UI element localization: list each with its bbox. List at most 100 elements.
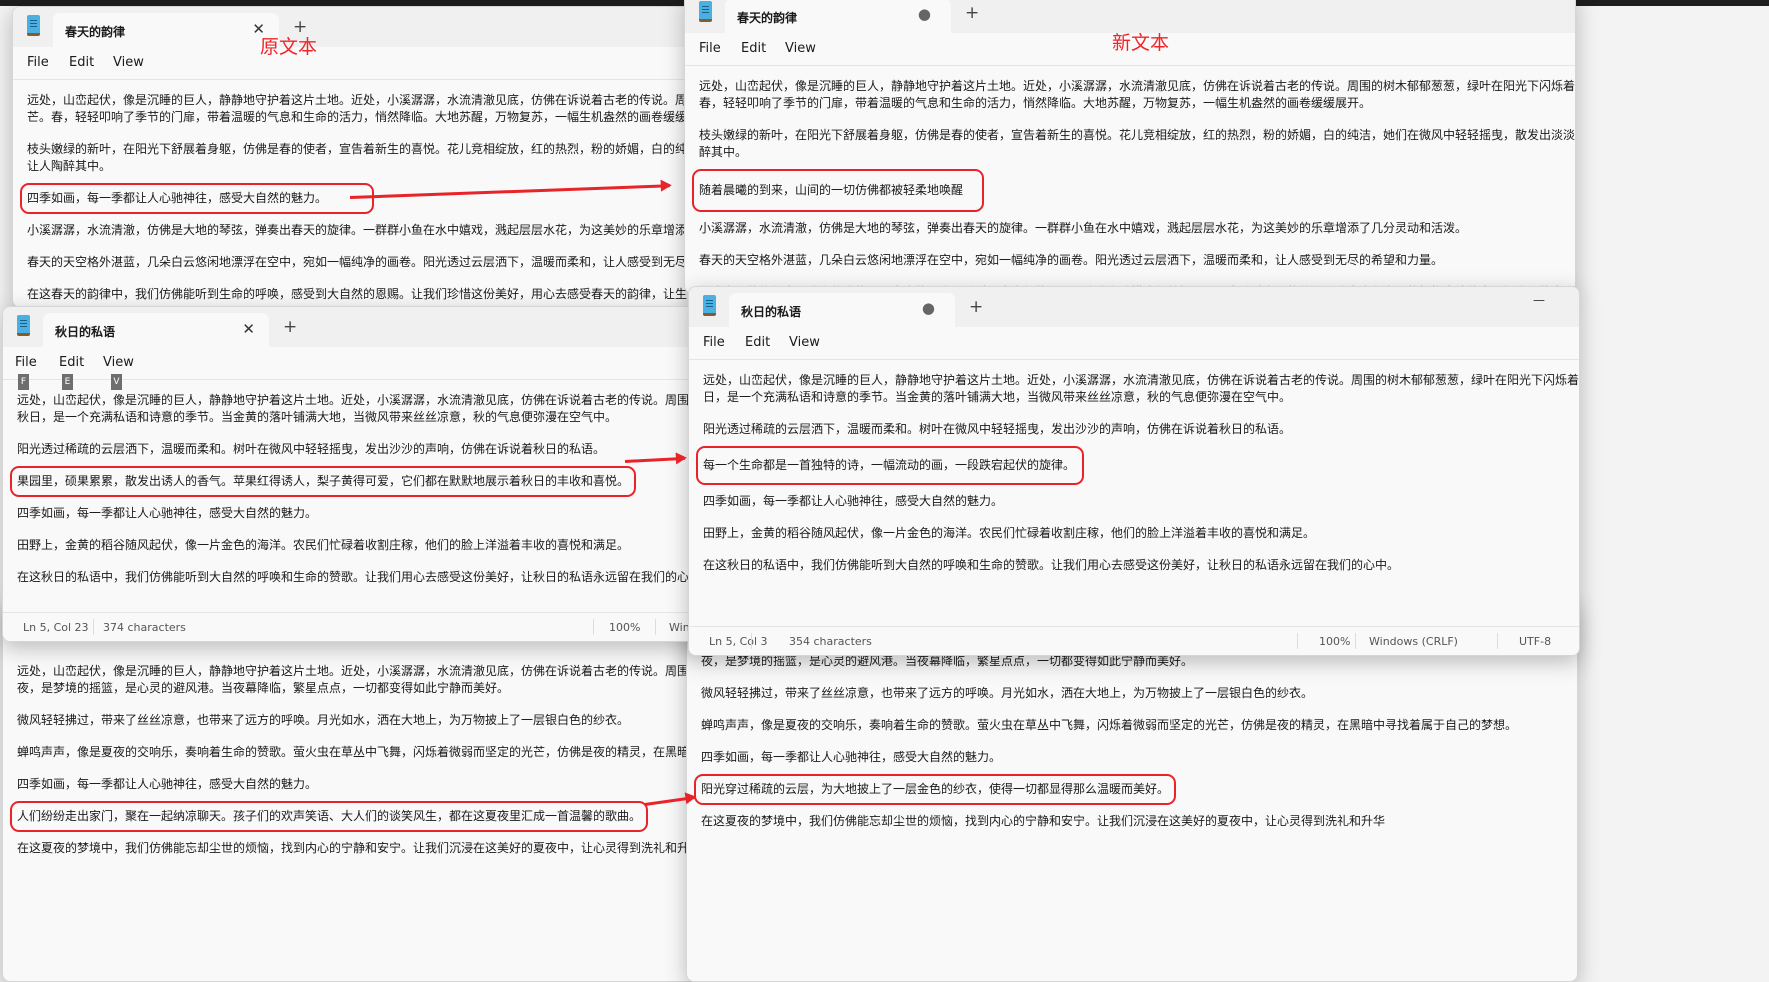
menu-view[interactable]: View xyxy=(103,355,134,370)
highlighted-text: 人们纷纷走出家门，聚在一起纳凉聊天。孩子们的欢声笑语、大人们的谈笑风生，都在这夏… xyxy=(9,801,649,832)
title-bar: 春天的韵律 ✕ + xyxy=(13,7,713,47)
close-tab-icon[interactable]: ✕ xyxy=(242,320,255,338)
paragraph: 阳光透过稀疏的云层洒下，温暖而柔和。树叶在微风中轻轻摇曳，发出沙沙的声响，仿佛在… xyxy=(17,442,606,456)
unsaved-dot-icon[interactable]: ● xyxy=(918,5,931,23)
menu-file[interactable]: File xyxy=(27,55,49,70)
paragraph: 远处，山峦起伏，像是沉睡的巨人，静静地守护着这片土地。近处，小溪潺潺，水流清澈见… xyxy=(27,93,714,107)
paragraph: 蝉鸣声声，像是夏夜的交响乐，奏响着生命的赞歌。萤火虫在草丛中飞舞，闪烁着微弱而坚… xyxy=(701,718,1518,732)
editor-text-area[interactable]: 远处，山峦起伏，像是沉睡的巨人，静静地守护着这片土地。近处，小溪潺潺，水流清澈见… xyxy=(3,601,703,884)
paragraph: 远处，山峦起伏，像是沉睡的巨人，静静地守护着这片土地。近处，小溪潺潺，水流清澈见… xyxy=(17,393,704,407)
menu-file[interactable]: File xyxy=(703,335,725,350)
paragraph: 田野上，金黄的稻谷随风起伏，像一片金色的海洋。农民们忙碌着收割庄稼，他们的脸上洋… xyxy=(703,526,1316,540)
paragraph: 田野上，金黄的稻谷随风起伏，像一片金色的海洋。农民们忙碌着收割庄稼，他们的脸上洋… xyxy=(17,538,630,552)
editor-text-area[interactable]: 远处，山峦起伏，像是沉睡的巨人，静静地守护着这片土地。近处，小溪潺潺，水流清澈见… xyxy=(685,66,1576,293)
editor-text-area[interactable]: 远处，山峦起伏，像是沉睡的巨人，静静地守护着这片土地。近处，小溪潺潺，水流清澈见… xyxy=(3,380,703,613)
title-bar: 秋日的私语 ● + — xyxy=(689,287,1579,327)
paragraph-highlighted: 每一个生命都是一首独特的诗，一幅流动的画，一段跌宕起伏的旋律。 xyxy=(695,446,1565,485)
tab-autumn[interactable]: 秋日的私语 ● xyxy=(729,293,955,327)
paragraph: 夜，是梦境的摇篮，是心灵的避风港。当夜幕降临，繁星点点，一切都变得如此宁静而美好… xyxy=(17,681,510,695)
paragraph: 蝉鸣声声，像是夏夜的交响乐，奏响着生命的赞歌。萤火虫在草丛中飞舞，闪烁着微弱而坚… xyxy=(17,745,704,759)
tab-title: 春天的韵律 xyxy=(65,25,126,39)
paragraph: 醉其中。 xyxy=(699,145,748,159)
menu-file[interactable]: File xyxy=(15,355,37,370)
paragraph: 让人陶醉其中。 xyxy=(27,159,112,173)
paragraph: 远处，山峦起伏，像是沉睡的巨人，静静地守护着这片土地。近处，小溪潺潺，水流清澈见… xyxy=(17,664,704,678)
paragraph: 在这夏夜的梦境中，我们仿佛能忘却尘世的烦恼，找到内心的宁静和安宁。让我们沉浸在这… xyxy=(701,814,1386,828)
paragraph: 枝头嫩绿的新叶，在阳光下舒展着身躯，仿佛是春的使者，宣告着新生的喜悦。花儿竞相绽… xyxy=(699,128,1576,142)
highlighted-text: 四季如画，每一季都让人心驰神往，感受大自然的魅力。 xyxy=(19,183,375,214)
zoom-level[interactable]: 100% xyxy=(609,621,640,634)
tab-spring[interactable]: 春天的韵律 ● xyxy=(725,0,951,33)
encoding[interactable]: UTF-8 xyxy=(1519,635,1551,648)
paragraph: 小溪潺潺，水流清澈，仿佛是大地的琴弦，弹奏出春天的旋律。一群群小鱼在水中嬉戏，溅… xyxy=(27,223,712,237)
cursor-position: Ln 5, Col 3 xyxy=(709,635,768,648)
access-key-file: F xyxy=(18,374,29,390)
menu-bar: File Edit View xyxy=(689,327,1579,360)
paragraph: 枝头嫩绿的新叶，在阳光下舒展着身躯，仿佛是春的使者，宣告着新生的喜悦。花儿竞相绽… xyxy=(27,142,712,156)
tab-title: 春天的韵律 xyxy=(737,11,798,25)
notepad-window-spring-original: 春天的韵律 ✕ + File Edit View 远处，山峦起伏，像是沉睡的巨人… xyxy=(12,6,714,308)
paragraph: 远处，山峦起伏，像是沉睡的巨人，静静地守护着这片土地。近处，小溪潺潺，水流清澈见… xyxy=(703,373,1580,387)
paragraph-highlighted: 果园里，硕果累累，散发出诱人的香气。苹果红得诱人，梨子黄得可爱，它们都在默默地展… xyxy=(9,466,689,497)
tab-title: 秋日的私语 xyxy=(741,305,802,319)
original-text-label: 原文本 xyxy=(260,36,318,58)
paragraph-highlighted: 人们纷纷走出家门，聚在一起纳凉聊天。孩子们的欢声笑语、大人们的谈笑风生，都在这夏… xyxy=(9,801,689,832)
notepad-window-summer-original: 远处，山峦起伏，像是沉睡的巨人，静静地守护着这片土地。近处，小溪潺潺，水流清澈见… xyxy=(2,600,704,982)
new-text-label: 新文本 xyxy=(1112,32,1170,54)
tab-title: 秋日的私语 xyxy=(55,325,116,339)
highlighted-text: 果园里，硕果累累，散发出诱人的香气。苹果红得诱人，梨子黄得可爱，它们都在默默地展… xyxy=(9,466,637,497)
menu-view[interactable]: View xyxy=(789,335,820,350)
status-bar: Ln 5, Col 23 374 characters 100% Win xyxy=(3,612,703,641)
access-key-edit: E xyxy=(62,374,73,390)
new-tab-plus-icon[interactable]: + xyxy=(969,297,983,317)
character-count: 374 characters xyxy=(103,621,186,634)
paragraph-highlighted: 随着晨曦的到来，山间的一切仿佛都被轻柔地唤醒 xyxy=(691,169,1561,212)
paragraph: 阳光透过稀疏的云层洒下，温暖而柔和。树叶在微风中轻轻摇曳，发出沙沙的声响，仿佛在… xyxy=(703,422,1292,436)
paragraph: 微风轻轻拂过，带来了丝丝凉意，也带来了远方的呼唤。月光如水，洒在大地上，为万物披… xyxy=(17,713,630,727)
new-tab-plus-icon[interactable]: + xyxy=(283,317,297,337)
paragraph: 四季如画，每一季都让人心驰神往，感受大自然的魅力。 xyxy=(703,494,1004,508)
editor-text-area[interactable]: 远处，山峦起伏，像是沉睡的巨人，静静地守护着这片土地。近处，小溪潺潺，水流清澈见… xyxy=(13,80,714,307)
menu-edit[interactable]: Edit xyxy=(741,41,766,56)
highlighted-text: 随着晨曦的到来，山间的一切仿佛都被轻柔地唤醒 xyxy=(691,169,985,212)
editor-text-area[interactable]: 远处，山峦起伏，像是沉睡的巨人，静静地守护着这片土地。近处，小溪潺潺，水流清澈见… xyxy=(689,360,1579,601)
cursor-position: Ln 5, Col 23 xyxy=(23,621,89,634)
line-ending[interactable]: Win xyxy=(669,621,690,634)
menu-view[interactable]: View xyxy=(113,55,144,70)
status-bar: Ln 5, Col 3 354 characters 100% Windows … xyxy=(689,626,1579,655)
paragraph: 秋日，是一个充满私语和诗意的季节。当金黄的落叶铺满大地，当微风带来丝丝凉意，秋的… xyxy=(17,410,618,424)
title-bar: 秋日的私语 ✕ + xyxy=(3,307,703,347)
paragraph: 春，轻轻叩响了季节的门扉，带着温暖的气息和生命的活力，悄然降临。大地苏醒，万物复… xyxy=(699,96,1372,110)
paragraph: 芒。春，轻轻叩响了季节的门扉，带着温暖的气息和生命的活力，悄然降临。大地苏醒，万… xyxy=(27,110,712,124)
unsaved-dot-icon[interactable]: ● xyxy=(922,299,935,317)
paragraph: 春天的天空格外湛蓝，几朵白云悠闲地漂浮在空中，宛如一幅纯净的画卷。阳光透过云层洒… xyxy=(699,253,1444,267)
paragraph: 在这春天的韵律中，我们仿佛能听到生命的呼唤，感受到大自然的恩赐。让我们珍惜这份美… xyxy=(27,287,712,301)
paragraph-highlighted: 阳光穿过稀疏的云层，为大地披上了一层金色的纱衣，使得一切都显得那么温暖而美好。 xyxy=(693,774,1563,805)
menu-view[interactable]: View xyxy=(785,41,816,56)
tab-autumn[interactable]: 秋日的私语 ✕ xyxy=(43,313,269,347)
character-count: 354 characters xyxy=(789,635,872,648)
highlighted-text: 每一个生命都是一首独特的诗，一幅流动的画，一段跌宕起伏的旋律。 xyxy=(695,446,1085,485)
minimize-icon[interactable]: — xyxy=(1533,293,1545,307)
paragraph: 微风轻轻拂过，带来了丝丝凉意，也带来了远方的呼唤。月光如水，洒在大地上，为万物披… xyxy=(701,686,1314,700)
menu-bar: File Edit View xyxy=(13,47,713,80)
notepad-window-autumn-original: 秋日的私语 ✕ + File Edit View 远处，山峦起伏，像是沉睡的巨人… xyxy=(2,306,704,642)
menu-file[interactable]: File xyxy=(699,41,721,56)
paragraph: 四季如画，每一季都让人心驰神往，感受大自然的魅力。 xyxy=(17,777,318,791)
paragraph: 四季如画，每一季都让人心驰神往，感受大自然的魅力。 xyxy=(701,750,1002,764)
access-key-view: V xyxy=(111,374,122,390)
tab-spring[interactable]: 春天的韵律 ✕ xyxy=(53,13,279,47)
paragraph: 春天的天空格外湛蓝，几朵白云悠闲地漂浮在空中，宛如一幅纯净的画卷。阳光透过云层洒… xyxy=(27,255,712,269)
paragraph: 小溪潺潺，水流清澈，仿佛是大地的琴弦，弹奏出春天的旋律。一群群小鱼在水中嬉戏，溅… xyxy=(699,221,1468,235)
notepad-window-summer-new: 夜，是梦境的摇篮，是心灵的避风港。当夜幕降临，繁星点点，一切都变得如此宁静而美好… xyxy=(686,600,1578,982)
line-ending[interactable]: Windows (CRLF) xyxy=(1369,635,1458,648)
menu-edit[interactable]: Edit xyxy=(745,335,770,350)
zoom-level[interactable]: 100% xyxy=(1319,635,1350,648)
paragraph: 四季如画，每一季都让人心驰神往，感受大自然的魅力。 xyxy=(17,506,318,520)
menu-edit[interactable]: Edit xyxy=(69,55,94,70)
new-tab-plus-icon[interactable]: + xyxy=(965,3,979,23)
menu-edit[interactable]: Edit xyxy=(59,355,84,370)
paragraph: 在这夏夜的梦境中，我们仿佛能忘却尘世的烦恼，找到内心的宁静和安宁。让我们沉浸在这… xyxy=(17,841,702,855)
notepad-window-autumn-new: 秋日的私语 ● + — File Edit View 远处，山峦起伏，像是沉睡的… xyxy=(688,286,1580,656)
menu-bar: File Edit View xyxy=(3,347,703,380)
